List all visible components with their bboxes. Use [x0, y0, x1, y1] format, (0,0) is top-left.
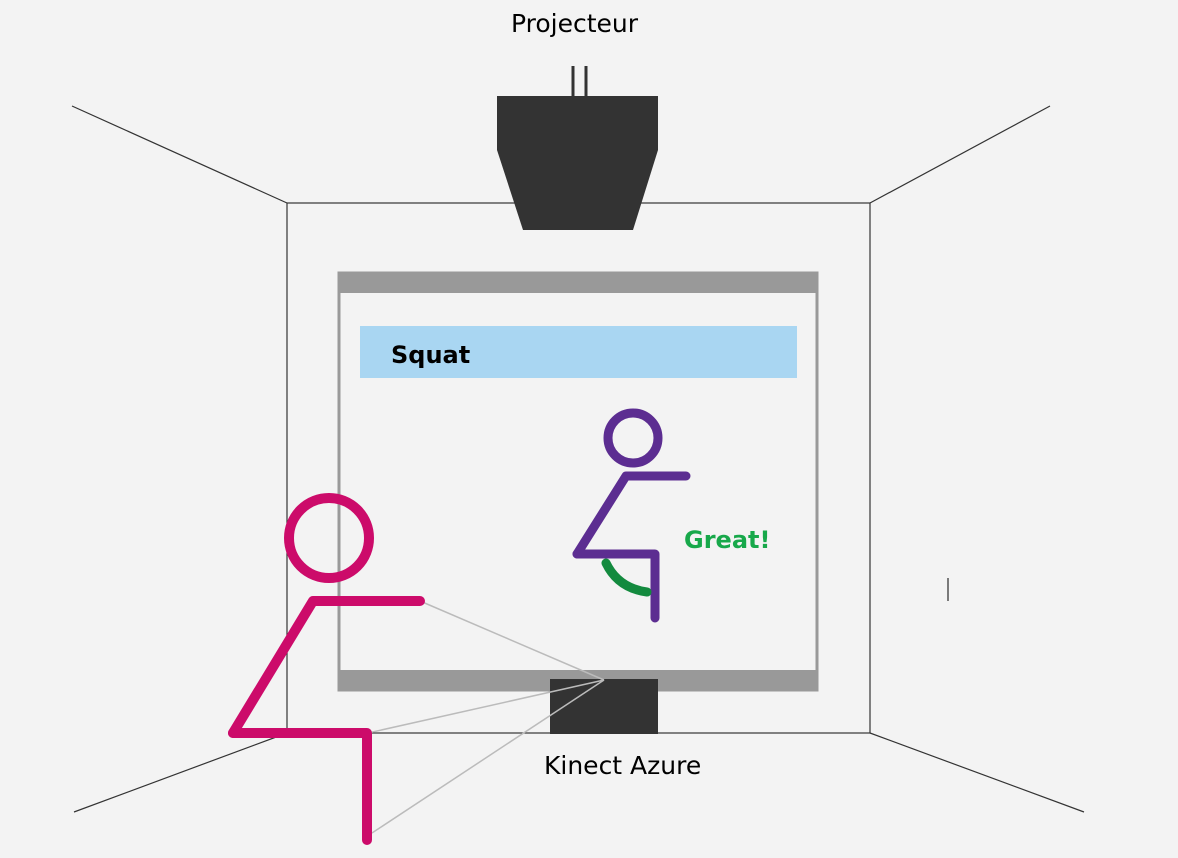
room-edge-bottom-right: [869, 732, 1085, 813]
projector-icon: [497, 66, 658, 230]
kinect-sensor-icon: [550, 679, 658, 734]
projector-label: Projecteur: [511, 9, 639, 38]
room-edge-bottom-left: [73, 732, 288, 813]
room-edge-top-left: [71, 105, 288, 204]
feedback-text: Great!: [684, 526, 770, 554]
room-edge-top-right: [869, 105, 1051, 204]
exercise-title: Squat: [391, 341, 470, 369]
kinect-label: Kinect Azure: [544, 751, 701, 780]
screen-top-bar: [338, 272, 818, 293]
projector-body: [497, 96, 658, 230]
user-leg: [228, 728, 372, 845]
projection-screen: Squat: [337, 271, 819, 692]
room-diagram: Squat Projecteur Kinect Azure Great!: [71, 9, 1085, 845]
